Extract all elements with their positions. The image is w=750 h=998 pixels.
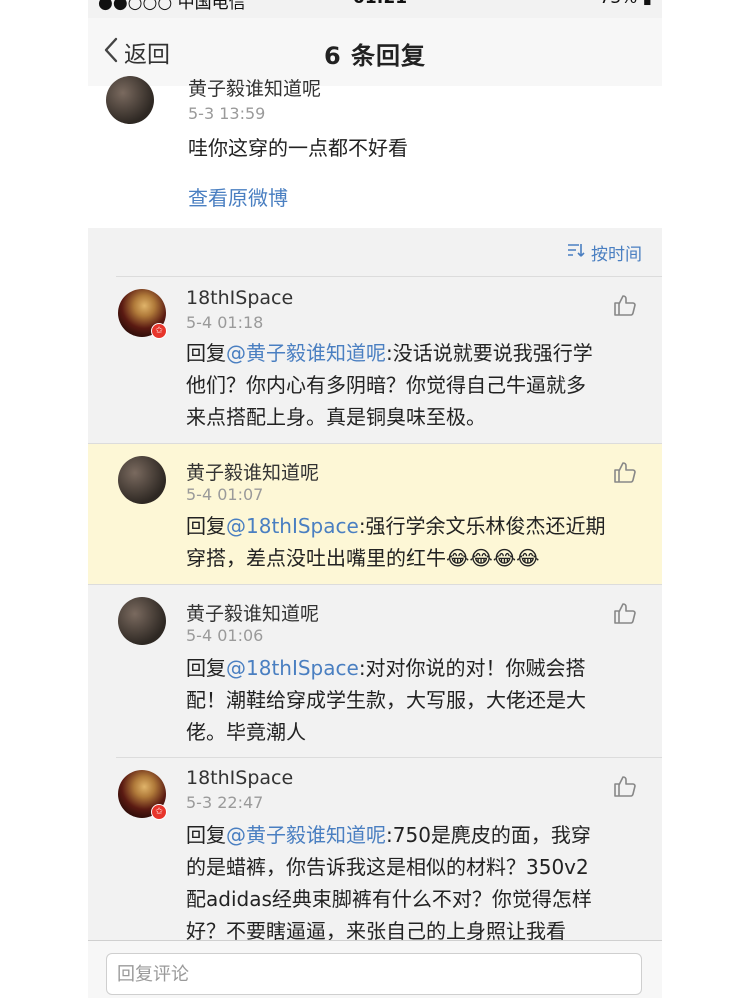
author-name[interactable]: 黄子毅谁知道呢 xyxy=(188,74,321,101)
sort-row: 按时间 xyxy=(88,228,662,276)
avatar[interactable] xyxy=(118,597,166,645)
reply-item: ✩ 18thISpace 5-4 01:18 回复@黄子毅谁知道呢:没话说就要说… xyxy=(88,277,662,443)
original-comment: 黄子毅谁知道呢 5-3 13:59 哇你这穿的一点都不好看 查看原微博 xyxy=(88,76,662,228)
reply-text: 回复@18thISpace:强行学余文乐林俊杰还近期 穿搭，差点没吐出嘴里的红牛… xyxy=(186,514,606,570)
like-icon[interactable] xyxy=(613,601,637,625)
sort-icon xyxy=(567,242,585,263)
sort-label: 按时间 xyxy=(591,245,642,265)
mention-link[interactable]: @黄子毅谁知道呢 xyxy=(226,341,386,365)
like-icon[interactable] xyxy=(613,293,637,317)
reply-comment-input[interactable] xyxy=(106,953,642,995)
like-icon[interactable] xyxy=(613,774,637,798)
reply-item: ✩ 18thISpace 5-3 22:47 回复@黄子毅谁知道呢:750是麂皮… xyxy=(88,758,662,943)
comment-text: 哇你这穿的一点都不好看 xyxy=(188,136,408,160)
avatar[interactable] xyxy=(118,456,166,504)
author-name[interactable]: 18thISpace xyxy=(186,287,293,309)
carrier-signal: ●●○○○ 中国电信 xyxy=(98,0,246,13)
comment-bar xyxy=(88,940,662,998)
like-icon[interactable] xyxy=(613,460,637,484)
verified-badge-icon: ✩ xyxy=(151,323,167,339)
clock: 01:21 xyxy=(353,0,407,8)
reply-item: 黄子毅谁知道呢 5-4 01:06 回复@18thISpace:对对你说的对！你… xyxy=(88,585,662,757)
page-title: 6 条回复 xyxy=(323,42,427,70)
timestamp: 5-3 22:47 xyxy=(186,793,264,812)
mention-link[interactable]: @18thISpace xyxy=(226,514,359,538)
navigation-bar: 返回 6 条回复 xyxy=(88,18,662,86)
reply-item: 黄子毅谁知道呢 5-4 01:07 回复@18thISpace:强行学余文乐林俊… xyxy=(88,444,662,584)
timestamp: 5-3 13:59 xyxy=(188,104,266,123)
view-original-post-link[interactable]: 查看原微博 xyxy=(188,182,288,211)
reply-text: 回复@黄子毅谁知道呢:没话说就要说我强行学 他们？你内心有多阴暗？你觉得自己牛逼… xyxy=(186,341,593,429)
verified-badge-icon: ✩ xyxy=(151,804,167,820)
reply-text: 回复@18thISpace:对对你说的对！你贼会搭 配！潮鞋给穿成学生款，大写服… xyxy=(186,656,586,744)
battery-level: 73% ▮ xyxy=(599,0,652,8)
mention-link[interactable]: @黄子毅谁知道呢 xyxy=(226,823,386,847)
timestamp: 5-4 01:18 xyxy=(186,313,264,332)
sort-by-time-button[interactable]: 按时间 xyxy=(567,240,642,265)
screen: ●●○○○ 中国电信 01:21 73% ▮ 返回 6 条回复 黄子毅谁知道呢 … xyxy=(88,0,662,998)
author-name[interactable]: 18thISpace xyxy=(186,767,293,789)
status-bar: ●●○○○ 中国电信 01:21 73% ▮ xyxy=(88,0,662,13)
mention-link[interactable]: @18thISpace xyxy=(226,656,359,680)
timestamp: 5-4 01:06 xyxy=(186,626,264,645)
author-name[interactable]: 黄子毅谁知道呢 xyxy=(186,458,319,485)
avatar[interactable] xyxy=(106,76,154,124)
author-name[interactable]: 黄子毅谁知道呢 xyxy=(186,599,319,626)
timestamp: 5-4 01:07 xyxy=(186,485,264,504)
reply-text: 回复@黄子毅谁知道呢:750是麂皮的面，我穿 的是蜡裤，你告诉我这是相似的材料？… xyxy=(186,823,592,943)
